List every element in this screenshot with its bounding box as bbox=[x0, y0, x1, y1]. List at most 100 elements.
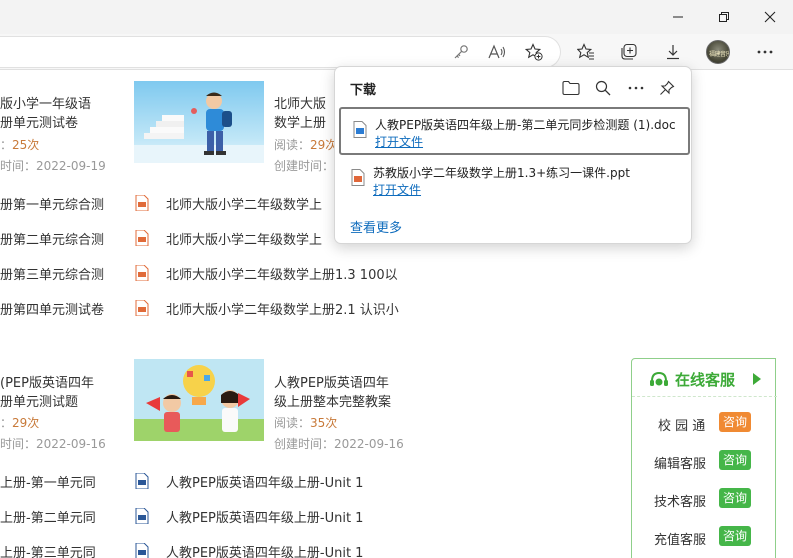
article-thumbnail-math[interactable] bbox=[134, 81, 264, 163]
download-item[interactable]: 人教PEP版英语四年级上册-第二单元同步检测题 (1).doc 打开文件 bbox=[339, 107, 690, 155]
open-file-link[interactable]: 打开文件 bbox=[373, 181, 421, 198]
list-item[interactable]: 北师大版小学二年级数学上册2.1 认识小 bbox=[166, 299, 399, 318]
arrow-right-icon bbox=[753, 373, 761, 385]
doc-file-icon bbox=[135, 543, 149, 558]
list-item[interactable]: 上册-第三单元同 bbox=[0, 542, 96, 558]
article-created: 创建时间：2022-09-16 bbox=[274, 437, 404, 451]
key-icon bbox=[454, 45, 468, 59]
more-horizontal-icon bbox=[757, 50, 773, 54]
service-row-tech[interactable]: 技术客服 咨询 bbox=[632, 488, 777, 512]
minimize-button[interactable] bbox=[655, 0, 701, 34]
ppt-file-icon bbox=[135, 265, 149, 281]
article-title[interactable]: (PEP版英语四年 bbox=[0, 372, 94, 391]
consult-button[interactable]: 咨询 bbox=[719, 450, 751, 470]
list-item[interactable]: 上册-第一单元同 bbox=[0, 472, 96, 491]
list-item[interactable]: 册第二单元综合测 bbox=[0, 229, 104, 248]
article-created: 创建时间： bbox=[274, 159, 335, 173]
minimize-icon bbox=[673, 16, 683, 18]
download-item[interactable]: 苏教版小学二年级数学上册1.3+练习一课件.ppt 打开文件 bbox=[339, 157, 690, 205]
powerpoint-file-icon bbox=[351, 169, 365, 186]
article-reads: 阅读：35次 bbox=[274, 416, 338, 430]
search-downloads-button[interactable] bbox=[592, 77, 614, 99]
downloads-button[interactable] bbox=[660, 39, 686, 65]
read-aloud-icon bbox=[488, 44, 506, 59]
window-title-bar bbox=[0, 0, 793, 34]
list-item[interactable]: 人教PEP版英语四年级上册-Unit 1 bbox=[166, 472, 363, 491]
service-label: 技术客服 bbox=[654, 495, 707, 510]
service-label: 编辑客服 bbox=[654, 457, 707, 472]
close-icon bbox=[764, 11, 776, 23]
list-item[interactable]: 北师大版小学二年级数学上册1.3 100以 bbox=[166, 264, 398, 283]
article-title-line2[interactable]: 册单元测试卷 bbox=[0, 112, 78, 131]
service-row-campus[interactable]: 校 园 通 咨询 bbox=[632, 412, 777, 436]
article-title-line2[interactable]: 级上册整本完整教案 bbox=[274, 391, 391, 410]
password-key-button[interactable] bbox=[448, 39, 474, 65]
restore-button[interactable] bbox=[701, 0, 747, 34]
address-bar[interactable] bbox=[0, 36, 561, 68]
article-created: 时间：2022-09-19 bbox=[0, 159, 106, 173]
close-window-button[interactable] bbox=[747, 0, 793, 34]
service-header[interactable]: 在线客服 bbox=[632, 359, 777, 397]
list-item[interactable]: 北师大版小学二年级数学上 bbox=[166, 229, 322, 248]
search-icon bbox=[595, 80, 611, 96]
article-reads: 阅读：29次 bbox=[274, 138, 338, 152]
service-title: 在线客服 bbox=[675, 371, 736, 389]
service-row-editor[interactable]: 编辑客服 咨询 bbox=[632, 450, 777, 474]
service-label: 校 园 通 bbox=[658, 419, 706, 434]
list-item[interactable]: 北师大版小学二年级数学上 bbox=[166, 194, 322, 213]
article-thumbnail-english[interactable] bbox=[134, 359, 264, 441]
service-label: 充值客服 bbox=[654, 533, 707, 548]
doc-file-icon bbox=[135, 508, 149, 524]
downloads-more-button[interactable] bbox=[625, 77, 647, 99]
list-item[interactable]: 册第三单元综合测 bbox=[0, 264, 104, 283]
online-service-panel: 在线客服 校 园 通 咨询 编辑客服 咨询 技术客服 咨询 充值客服 咨询 bbox=[631, 358, 777, 558]
add-favorite-button[interactable] bbox=[521, 39, 547, 65]
open-downloads-folder-button[interactable] bbox=[560, 77, 582, 99]
article-title-line2[interactable]: 册单元测试题 bbox=[0, 391, 78, 410]
article-title[interactable]: 北师大版 bbox=[274, 93, 326, 112]
consult-button[interactable]: 咨询 bbox=[719, 412, 751, 432]
download-icon bbox=[667, 45, 679, 60]
folder-icon bbox=[562, 80, 580, 96]
settings-more-button[interactable] bbox=[752, 39, 778, 65]
browser-toolbar: 福建音乐 bbox=[0, 34, 793, 70]
profile-avatar[interactable]: 福建音乐 bbox=[706, 40, 730, 64]
article-title-line2[interactable]: 数学上册 bbox=[274, 112, 326, 131]
consult-button[interactable]: 咨询 bbox=[719, 488, 751, 508]
doc-file-icon bbox=[135, 473, 149, 489]
article-reads: ：29次 bbox=[0, 416, 40, 430]
article-created: 时间：2022-09-16 bbox=[0, 437, 106, 451]
download-filename: 苏教版小学二年级数学上册1.3+练习一课件.ppt bbox=[373, 166, 630, 180]
pin-icon bbox=[660, 80, 675, 95]
collections-button[interactable] bbox=[616, 39, 642, 65]
list-item[interactable]: 册第一单元综合测 bbox=[0, 194, 104, 213]
list-item[interactable]: 人教PEP版英语四年级上册-Unit 1 bbox=[166, 507, 363, 526]
downloads-flyout: 下载 人教PEP版英语四年级上册-第二单元同步检测题 (1).doc 打开文件 … bbox=[334, 66, 692, 244]
consult-button[interactable]: 咨询 bbox=[719, 526, 751, 546]
kids-with-megaphones-image bbox=[134, 365, 264, 441]
boy-on-books-image bbox=[134, 92, 264, 163]
collections-icon bbox=[621, 43, 637, 60]
article-title[interactable]: 人教PEP版英语四年 bbox=[274, 372, 389, 391]
see-more-link[interactable]: 查看更多 bbox=[350, 217, 402, 236]
more-horizontal-icon bbox=[628, 86, 644, 90]
list-item[interactable]: 人教PEP版英语四年级上册-Unit 1 bbox=[166, 542, 363, 558]
service-row-recharge[interactable]: 充值客服 咨询 bbox=[632, 526, 777, 550]
list-item[interactable]: 上册-第二单元同 bbox=[0, 507, 96, 526]
favorites-icon bbox=[577, 43, 594, 60]
ppt-file-icon bbox=[135, 195, 149, 211]
avatar-text: 福建音乐 bbox=[709, 51, 730, 58]
downloads-title: 下载 bbox=[350, 83, 377, 98]
pin-downloads-button[interactable] bbox=[656, 77, 678, 99]
download-filename: 人教PEP版英语四年级上册-第二单元同步检测题 (1).doc bbox=[375, 118, 676, 132]
ppt-file-icon bbox=[135, 230, 149, 246]
ppt-file-icon bbox=[135, 300, 149, 316]
read-aloud-button[interactable] bbox=[484, 39, 510, 65]
open-file-link[interactable]: 打开文件 bbox=[375, 133, 423, 150]
article-title[interactable]: 版小学一年级语 bbox=[0, 93, 91, 112]
favorites-button[interactable] bbox=[573, 39, 599, 65]
list-item[interactable]: 册第四单元测试卷 bbox=[0, 299, 104, 318]
star-add-icon bbox=[525, 43, 543, 61]
restore-icon bbox=[719, 12, 729, 22]
customer-service-icon bbox=[650, 371, 668, 386]
